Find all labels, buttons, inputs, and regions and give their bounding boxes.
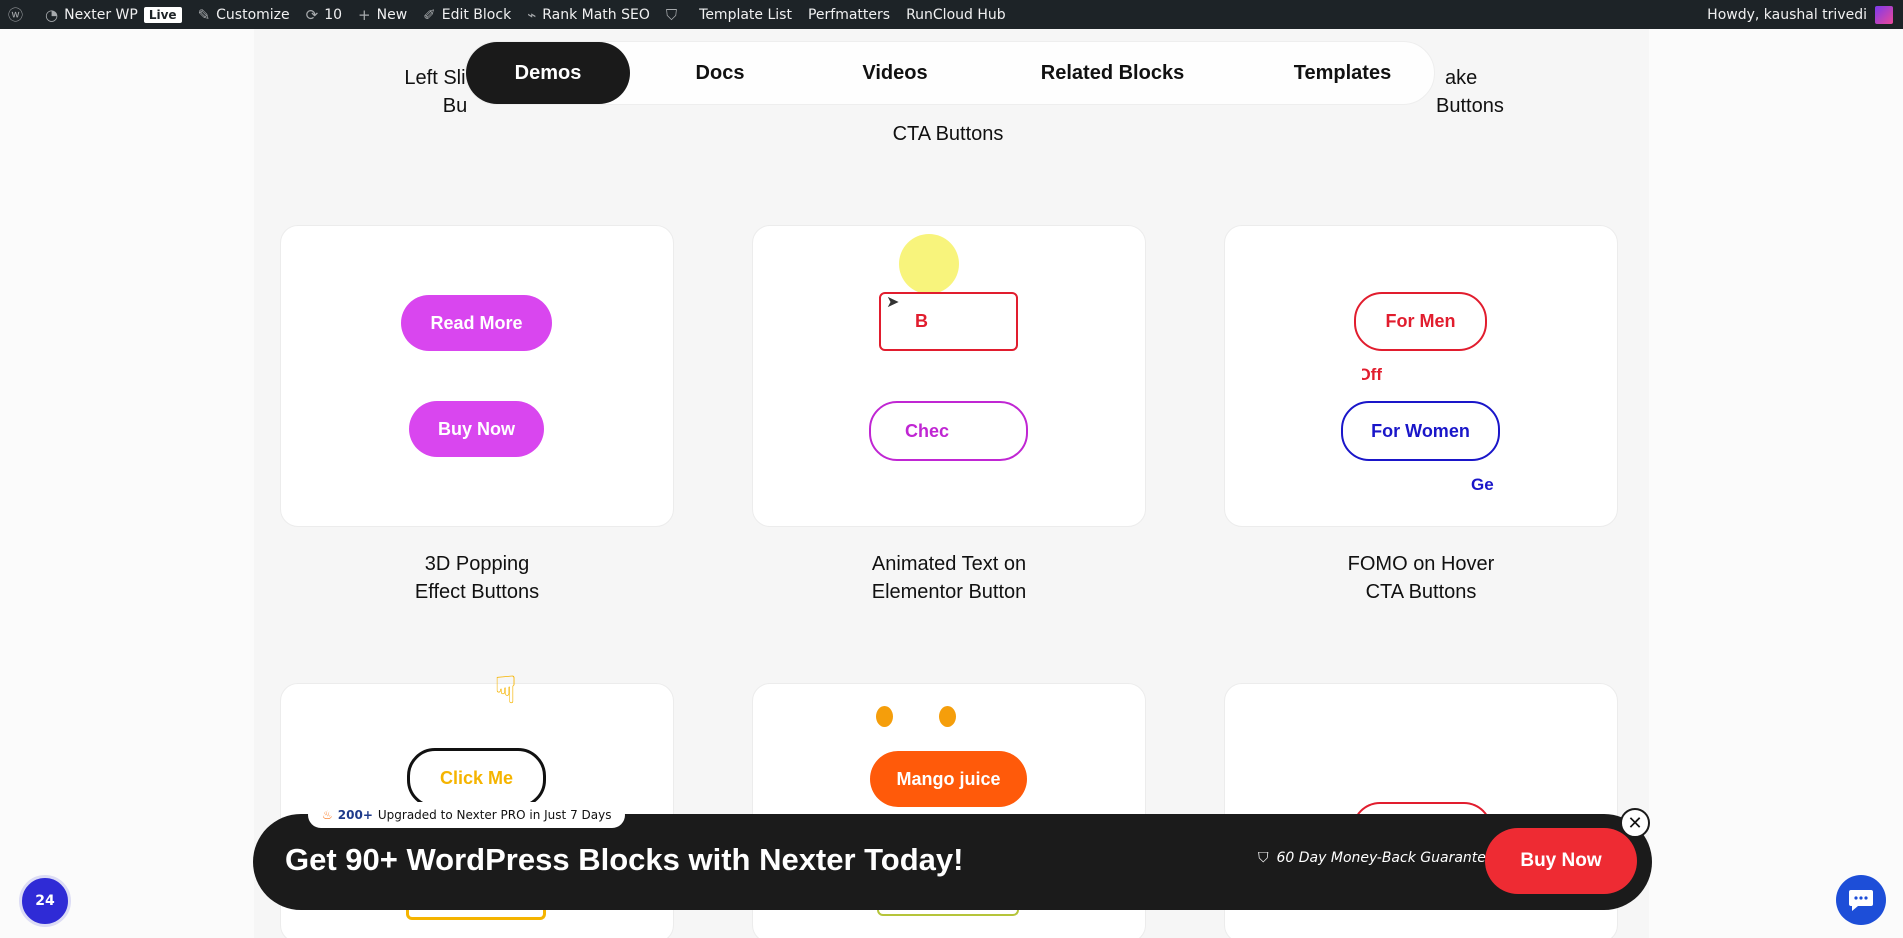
tab-templates[interactable]: Templates	[1250, 42, 1435, 104]
shield-check-icon: ⛉	[1258, 850, 1269, 866]
accessibility-badge[interactable]: 24	[19, 875, 71, 927]
edit-block-label: Edit Block	[441, 6, 512, 23]
avatar	[1875, 5, 1893, 24]
tab-demos[interactable]: Demos	[466, 42, 630, 104]
perfmatters-link[interactable]: Perfmatters	[800, 0, 898, 29]
new-label: New	[376, 6, 408, 23]
tab-docs[interactable]: Docs	[640, 42, 800, 104]
security-menu[interactable]: ⛉	[658, 0, 691, 29]
refresh-icon: ⟳	[305, 5, 319, 24]
tab-videos[interactable]: Videos	[815, 42, 975, 104]
fire-icon: ♨	[322, 808, 333, 822]
click-me-button[interactable]: Click Me	[407, 748, 546, 808]
rank-math-label: Rank Math SEO	[542, 6, 650, 23]
buy-now-button[interactable]: Buy Now	[409, 401, 544, 457]
offer-text: Off	[1362, 365, 1382, 384]
greeting: Howdy, kaushal trivedi	[1707, 6, 1867, 23]
cursor-arrow-icon: ➤	[886, 292, 900, 311]
updates-link[interactable]: ⟳ 10	[298, 0, 350, 29]
caption-line: Effect Buttons	[414, 581, 540, 603]
caption-line: CTA Buttons	[1365, 581, 1477, 603]
chat-icon[interactable]	[1836, 875, 1886, 925]
pointing-hand-icon: ☟	[494, 668, 518, 712]
demo-card-3d-popping[interactable]	[280, 225, 674, 527]
dashboard-icon: ◔	[45, 5, 59, 24]
close-icon[interactable]: ✕	[1620, 808, 1650, 838]
mango-icon	[876, 706, 893, 727]
perfmatters-label: Perfmatters	[807, 6, 891, 23]
promo-headline: Get 90+ WordPress Blocks with Nexter Tod…	[285, 842, 964, 877]
updates-count: 10	[324, 6, 343, 23]
shield-icon: ⛉	[665, 5, 678, 24]
pencil-icon: ✐	[423, 5, 436, 24]
tab-related-blocks[interactable]: Related Blocks	[995, 42, 1230, 104]
caption-3d-popping: 3D Popping Effect Buttons	[330, 550, 624, 606]
plus-icon: +	[358, 5, 371, 24]
live-badge: Live	[143, 6, 182, 23]
caption-line: Elementor Button	[871, 581, 1027, 603]
upgrade-text: Upgraded to Nexter PRO in Just 7 Days	[377, 808, 612, 822]
for-women-button[interactable]: For Women	[1341, 401, 1500, 461]
customize-label: Customize	[216, 6, 290, 23]
caption-animated-text: Animated Text on Elementor Button	[800, 550, 1098, 606]
site-name: Nexter WP	[64, 6, 138, 23]
caption-line: Buttons	[1436, 95, 1504, 117]
account-menu[interactable]: Howdy, kaushal trivedi	[1707, 5, 1903, 24]
rank-math-menu[interactable]: ⌁ Rank Math SEO	[519, 0, 658, 29]
template-list-link[interactable]: Template List	[691, 0, 800, 29]
cursor-highlight	[899, 234, 959, 294]
caption-line: 3D Popping	[424, 553, 530, 575]
demo-card-fomo-hover[interactable]	[1224, 225, 1618, 527]
runcloud-label: RunCloud Hub	[906, 6, 1006, 23]
for-men-button[interactable]: For Men	[1354, 292, 1487, 351]
wordpress-icon: ⓦ	[8, 6, 24, 24]
upgrade-count-pill: ♨ 200+ Upgraded to Nexter PRO in Just 7 …	[308, 802, 626, 828]
read-more-button[interactable]: Read More	[401, 295, 552, 351]
upgrade-count: 200+	[337, 808, 373, 822]
check-button[interactable]: Chec	[869, 401, 1028, 461]
site-name-menu[interactable]: ◔ Nexter WP Live	[37, 0, 190, 29]
mango-icon	[939, 706, 956, 727]
template-list-label: Template List	[699, 6, 792, 23]
guarantee-text: 60 Day Money-Back Guarantee	[1276, 850, 1495, 866]
brush-icon: ✎	[197, 5, 211, 24]
new-content-menu[interactable]: + New	[350, 0, 415, 29]
runcloud-link[interactable]: RunCloud Hub	[898, 0, 1014, 29]
edit-block-link[interactable]: ✐ Edit Block	[415, 0, 519, 29]
caption-fomo-hover: FOMO on Hover CTA Buttons	[1274, 550, 1568, 606]
caption-line: Animated Text on	[871, 553, 1027, 575]
animated-text-button[interactable]: B	[879, 292, 1018, 351]
caption-line: FOMO on Hover	[1347, 553, 1495, 575]
get-offer-text: Ge	[1471, 475, 1494, 494]
money-back-guarantee: ⛉ 60 Day Money-Back Guarantee	[1258, 850, 1495, 866]
rank-math-icon: ⌁	[527, 5, 537, 24]
wordpress-logo[interactable]: ⓦ	[0, 0, 37, 29]
customize-link[interactable]: ✎ Customize	[190, 0, 298, 29]
mango-juice-button[interactable]: Mango juice	[870, 751, 1027, 807]
caption-cta-buttons: CTA Buttons	[892, 123, 1004, 145]
buy-now-button[interactable]: Buy Now	[1485, 828, 1637, 894]
wp-admin-bar: ⓦ ◔ Nexter WP Live ✎ Customize ⟳ 10 + Ne…	[0, 0, 1903, 29]
